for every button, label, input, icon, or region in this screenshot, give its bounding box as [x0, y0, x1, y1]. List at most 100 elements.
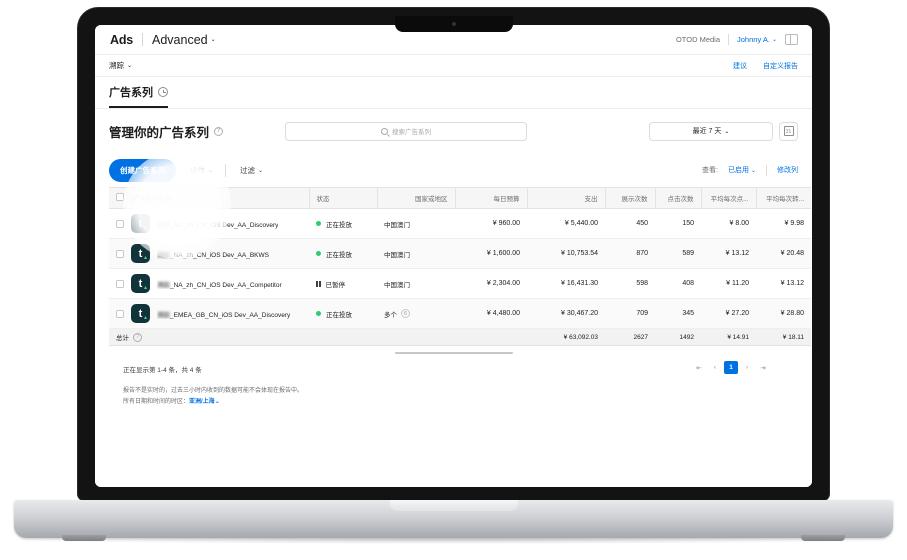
row-checkbox[interactable]	[116, 219, 124, 228]
row-checkbox[interactable]	[116, 279, 124, 288]
status-badge: 正在投放	[326, 251, 352, 259]
timezone-label: 所有日期和时间的时区：	[123, 399, 190, 406]
cell-avg-cpt: ¥ 11.20	[701, 268, 756, 299]
col-header-clicks[interactable]: 点击次数	[655, 187, 702, 209]
tab-campaigns[interactable]: 广告系列	[109, 84, 168, 108]
laptop-notch	[394, 16, 513, 32]
cell-clicks: 345	[655, 298, 701, 329]
cell-avg-cpt: ¥ 27.20	[701, 298, 756, 329]
filter-menu[interactable]: 过滤 ⌄	[240, 165, 263, 176]
cell-avg-cpt: ¥ 13.12	[701, 238, 756, 269]
campaign-name[interactable]: 溯踪_EMEA_GB_CN_iOS Dev_AA_Discovery	[157, 309, 290, 319]
edition-selector[interactable]: Advanced ⌄	[152, 33, 216, 47]
chevron-down-icon: ⌄	[214, 399, 220, 406]
campaign-name-prefix: 溯踪	[157, 221, 170, 229]
row-checkbox[interactable]	[116, 249, 124, 258]
create-campaign-button[interactable]: 创建广告系列	[109, 158, 176, 182]
table-body: t 溯踪_NA_zh_CN_iOS Dev_AA_Discovery 正在投放	[109, 208, 811, 346]
pagination-page-1[interactable]: 1	[724, 361, 738, 374]
table-row[interactable]: t 溯踪_NA_zh_CN_iOS Dev_AA_BKWS 正在投放 中国澳门 …	[109, 238, 811, 269]
col-header-geo[interactable]: 国家或地区	[377, 187, 456, 209]
totals-label: 总计	[116, 335, 129, 342]
cell-geo: 多个 6	[377, 298, 455, 329]
footer-note: 报告不是实时的，过去三小时内收到的数据可能不会体现在报告中。 所有日期和时间的时…	[123, 386, 784, 408]
cell-name[interactable]: t 溯踪_EMEA_GB_CN_iOS Dev_AA_Discovery	[109, 298, 309, 329]
status-running-icon	[316, 311, 321, 316]
ads-app: Ads Advanced ⌄ OTOD Media Johnny A. ⌄ 溯踪…	[95, 25, 812, 487]
pagination-first[interactable]: ⇤	[692, 361, 706, 374]
custom-reports-link[interactable]: 自定义报告	[763, 61, 798, 71]
search-input[interactable]: 搜索广告系列	[285, 121, 528, 141]
cell-name[interactable]: t 溯踪_NA_zh_CN_iOS Dev_AA_Competitor	[109, 268, 309, 299]
geo-label: 中国澳门	[384, 281, 410, 289]
cell-clicks: 408	[655, 268, 701, 299]
cell-avg-cpa: ¥ 9.98	[756, 208, 811, 239]
col-header-avg-cpt[interactable]: 平均每次点...	[701, 187, 757, 209]
row-checkbox[interactable]	[116, 309, 124, 318]
cell-spend: ¥ 30,467.20	[527, 298, 605, 329]
pagination-prev[interactable]: ‹	[708, 361, 722, 374]
campaign-name[interactable]: 溯踪_NA_zh_CN_iOS Dev_AA_Discovery	[157, 219, 278, 229]
view-value: 已启用	[727, 167, 749, 174]
totals-clicks: 1492	[655, 328, 701, 346]
account-selector[interactable]: 溯踪 ⌄	[109, 60, 132, 71]
calendar-button[interactable]: 31	[779, 121, 798, 141]
status-running-icon	[316, 251, 321, 256]
table-row[interactable]: t 溯踪_EMEA_GB_CN_iOS Dev_AA_Discovery 正在投…	[109, 298, 811, 329]
view-select[interactable]: 已启用 ⌄	[728, 165, 756, 175]
help-icon[interactable]: ?	[133, 332, 142, 342]
brand-logo[interactable]: Ads	[109, 33, 133, 47]
pagination-next[interactable]: ›	[740, 361, 754, 374]
search-placeholder: 搜索广告系列	[392, 129, 432, 136]
horizontal-scrollbar[interactable]	[394, 351, 513, 354]
calendar-icon: 31	[783, 126, 794, 136]
chevron-down-icon: ⌄	[127, 63, 133, 69]
geo-label: 中国澳门	[384, 251, 410, 259]
cell-name[interactable]: t 溯踪_NA_zh_CN_iOS Dev_AA_BKWS	[109, 238, 309, 269]
table-header-row: 广告系列名称 状态 国家或地区 每日预算 支出 展示次数 点击次数 平均每次点.…	[109, 187, 811, 209]
timezone-value[interactable]: 亚洲/上海	[189, 399, 215, 405]
date-range-select[interactable]: 最近 7 天 ⌄	[649, 121, 773, 141]
select-all-checkbox[interactable]	[116, 193, 124, 201]
totals-daily-budget	[455, 328, 527, 346]
cell-name[interactable]: t 溯踪_NA_zh_CN_iOS Dev_AA_Discovery	[109, 208, 309, 239]
col-header-name[interactable]: 广告系列名称	[109, 187, 310, 209]
user-menu[interactable]: Johnny A. ⌄	[737, 35, 777, 44]
org-name: OTOD Media	[675, 35, 721, 44]
pagination-last[interactable]: ⇥	[756, 361, 770, 374]
campaign-name[interactable]: 溯踪_NA_zh_CN_iOS Dev_AA_BKWS	[157, 249, 269, 259]
table-row[interactable]: t 溯踪_NA_zh_CN_iOS Dev_AA_Discovery 正在投放	[109, 208, 811, 239]
filter-label: 过滤	[240, 165, 256, 175]
search-icon	[381, 127, 389, 135]
col-header-name-label: 广告系列名称	[132, 196, 172, 203]
edit-columns-button[interactable]: 修改列	[777, 165, 798, 175]
operations-label: 操作	[190, 165, 205, 175]
clock-icon	[158, 87, 168, 97]
col-header-spend[interactable]: 支出	[527, 187, 606, 209]
cell-avg-cpa: ¥ 28.80	[756, 298, 811, 329]
footer-note-line1: 报告不是实时的，过去三小时内收到的数据可能不会体现在报告中。	[123, 388, 304, 394]
laptop-lid: Ads Advanced ⌄ OTOD Media Johnny A. ⌄ 溯踪…	[78, 8, 829, 500]
laptop-screen: Ads Advanced ⌄ OTOD Media Johnny A. ⌄ 溯踪…	[95, 25, 812, 487]
status-badge: 正在投放	[326, 221, 352, 229]
footer-note-line2: 所有日期和时间的时区：亚洲/上海⌄	[123, 397, 784, 408]
col-header-avg-cpa[interactable]: 平均每次转...	[756, 187, 811, 209]
table-row[interactable]: t 溯踪_NA_zh_CN_iOS Dev_AA_Competitor 已暂停	[109, 268, 811, 299]
totals-geo	[377, 328, 455, 346]
col-header-impressions[interactable]: 展示次数	[605, 187, 656, 209]
campaign-name[interactable]: 溯踪_NA_zh_CN_iOS Dev_AA_Competitor	[157, 279, 282, 289]
campaign-name-suffix: _EMEA_GB_CN_iOS Dev_AA_Discovery	[170, 311, 291, 319]
brand-divider	[142, 33, 144, 46]
recommendations-link[interactable]: 建议	[733, 61, 747, 71]
totals-impressions: 2627	[605, 328, 655, 346]
totals-status	[309, 328, 377, 346]
col-header-daily-budget[interactable]: 每日预算	[455, 187, 528, 209]
laptop-foot-right	[801, 535, 845, 541]
campaign-name-prefix: 溯踪	[157, 281, 170, 289]
app-icon: t	[131, 244, 150, 263]
col-header-status[interactable]: 状态	[309, 187, 378, 209]
help-icon[interactable]: ?	[214, 126, 224, 136]
laptop-base-notch	[389, 500, 518, 511]
panel-toggle-icon[interactable]	[785, 34, 798, 45]
operations-menu[interactable]: 操作 ⌄	[190, 165, 213, 176]
